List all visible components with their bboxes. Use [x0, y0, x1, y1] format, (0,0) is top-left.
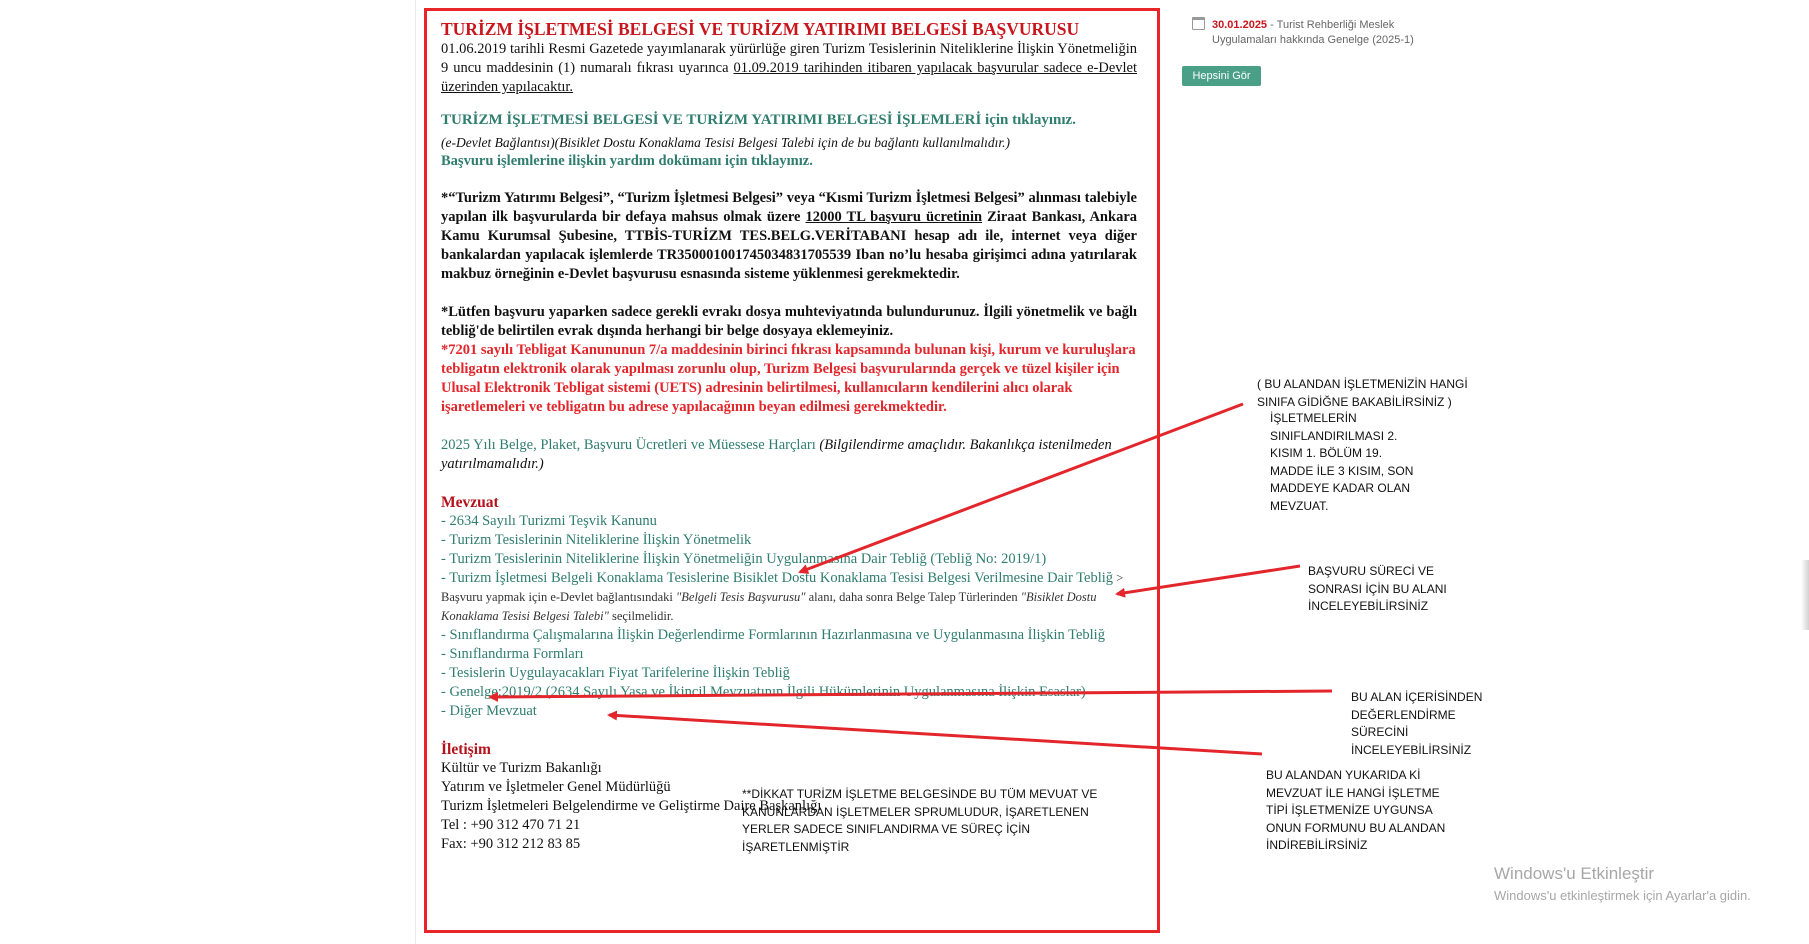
documents-note: *Lütfen başvuru yaparken sadece gerekli … — [441, 304, 1137, 339]
main-content: TURİZM İŞLETMESİ BELGESİ VE TURİZM YATIR… — [441, 18, 1137, 854]
mevzuat-link-4[interactable]: - Turizm İşletmesi Belgeli Konaklama Tes… — [441, 570, 1113, 586]
mevzuat-link-8[interactable]: - Genelge:2019/2 (2634 Sayılı Yasa ve İk… — [441, 683, 1137, 702]
window-edge-shadow — [1801, 560, 1809, 630]
bisiklet-c: alanı, daha sonra Belge Talep Türlerinde… — [805, 590, 1021, 604]
fee-amount: 12000 TL başvuru ücretinin — [805, 209, 983, 225]
right-gutter — [1440, 0, 1809, 944]
tebligat-note: *7201 sayılı Tebligat Kanununun 7/a madd… — [441, 342, 1136, 415]
edevlet-note: (e-Devlet Bağlantısı)(Bisiklet Dostu Kon… — [441, 135, 1010, 150]
operations-link[interactable]: TURİZM İŞLETMESİ BELGESİ VE TURİZM YATIR… — [441, 111, 1137, 130]
fees-line: 2025 Yılı Belge, Plaket, Başvuru Ücretle… — [441, 436, 1137, 474]
help-doc-link[interactable]: Başvuru işlemlerine ilişkin yardım doküm… — [441, 152, 1137, 171]
mevzuat-link-9[interactable]: - Diğer Mevzuat — [441, 702, 1137, 721]
bisiklet-b: "Belgeli Tesis Başvurusu" — [676, 590, 806, 604]
activation-watermark-subtitle: Windows'u etkinleştirmek için Ayarlar'a … — [1494, 888, 1751, 903]
mevzuat-heading: Mevzuat — [441, 494, 499, 511]
mevzuat-link-1[interactable]: - 2634 Sayılı Turizmi Teşvik Kanunu — [441, 512, 1137, 531]
mevzuat-bisiklet-item: - Turizm İşletmesi Belgeli Konaklama Tes… — [441, 569, 1137, 626]
annotation-process: BAŞVURU SÜRECİ VE SONRASI İÇİN BU ALANI … — [1308, 564, 1447, 613]
news-date: 30.01.2025 — [1212, 19, 1268, 31]
see-all-button[interactable]: Hepsini Gör — [1182, 66, 1261, 86]
news-item[interactable]: 30.01.2025 - Turist Rehberliği Meslek Uy… — [1212, 18, 1442, 48]
fees-link[interactable]: 2025 Yılı Belge, Plaket, Başvuru Ücretle… — [441, 437, 816, 453]
activation-watermark-title: Windows'u Etkinleştir — [1494, 864, 1655, 883]
calendar-icon — [1192, 17, 1205, 30]
annotation-classification: İŞLETMELERİN SINIFLANDIRILMASI 2. KISIM … — [1270, 411, 1414, 513]
mevzuat-link-5[interactable]: - Sınıflandırma Çalışmalarına İlişkin De… — [441, 626, 1137, 645]
mevzuat-link-6[interactable]: - Sınıflandırma Formları — [441, 645, 1137, 664]
bisiklet-e: seçilmelidir. — [608, 609, 674, 623]
contact-line-1: Kültür ve Turizm Bakanlığı — [441, 760, 602, 776]
annotation-evaluation: BU ALAN İÇERİSİNDEN DEĞERLENDİRME SÜRECİ… — [1351, 690, 1483, 757]
intro-text: 01.06.2019 tarihli Resmi Gazetede yayıml… — [441, 40, 1137, 97]
fee-paragraph: *“Turizm Yatırımı Belgesi”, “Turizm İşle… — [441, 189, 1137, 284]
annotation-forms: BU ALANDAN YUKARIDA Kİ MEVZUAT İLE HANGİ… — [1266, 768, 1446, 852]
annotation-warning: **DİKKAT TURİZM İŞLETME BELGESİNDE BU TÜ… — [742, 787, 1098, 854]
contact-heading: İletişim — [441, 741, 491, 758]
mevzuat-link-7[interactable]: - Tesislerin Uygulayacakları Fiyat Tarif… — [441, 664, 1137, 683]
mevzuat-link-2[interactable]: - Turizm Tesislerinin Niteliklerine İliş… — [441, 531, 1137, 550]
annotation-class-hint: ( BU ALANDAN İŞLETMENİZİN HANGİ SINIFA G… — [1257, 377, 1468, 409]
page-title: TURİZM İŞLETMESİ BELGESİ VE TURİZM YATIR… — [441, 19, 1080, 39]
mevzuat-link-3[interactable]: - Turizm Tesislerinin Niteliklerine İliş… — [441, 550, 1137, 569]
